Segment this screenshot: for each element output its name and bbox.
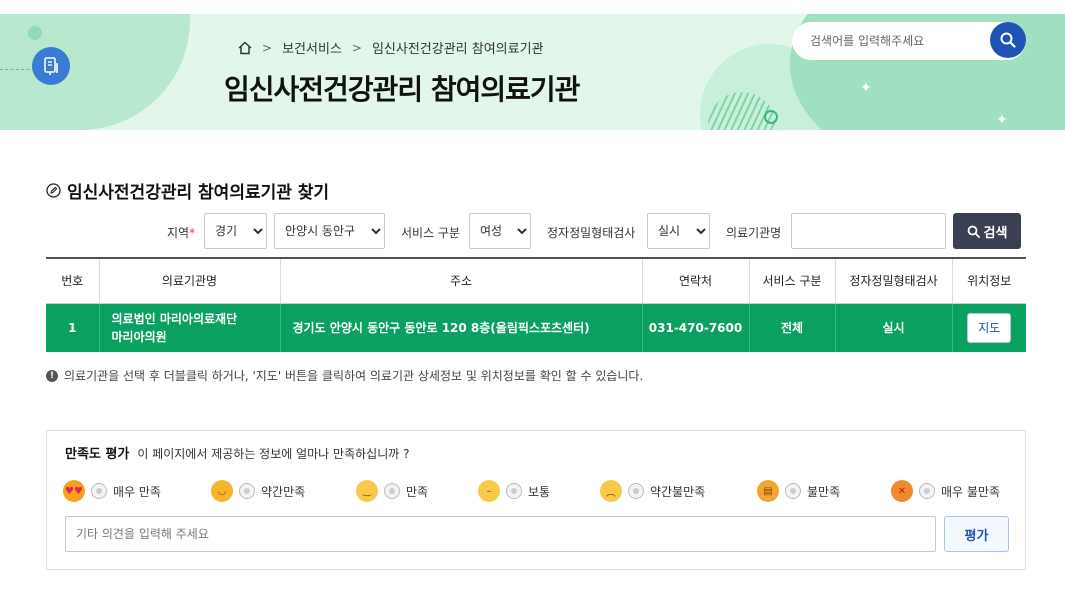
section-title-text: 임신사전건강관리 참여의료기관 찾기 (67, 183, 330, 203)
banner-ring-decoration (764, 110, 778, 124)
option-somewhat-satisfied[interactable]: ◡ 약간만족 (211, 479, 305, 503)
page-title: 임신사전건강관리 참여의료기관 (224, 73, 580, 106)
row-number: 1 (46, 303, 100, 352)
sperm-test-select[interactable]: 실시 (647, 213, 710, 249)
sperm-test-cell: 실시 (835, 303, 953, 352)
survey-question-text: 이 페이지에서 제공하는 정보에 얼마나 만족하십니까 ? (137, 447, 410, 461)
column-header: 번호 (46, 257, 100, 304)
location-cell: 지도 (952, 303, 1026, 352)
heart-eyes-face-icon: ♥♥ (63, 480, 85, 502)
unamused-face-icon: ︵ (600, 480, 622, 502)
smiling-face-icon: ‿ (356, 480, 378, 502)
grinning-face-icon: ◡ (211, 480, 233, 502)
map-button[interactable]: 지도 (967, 312, 1012, 343)
search-icon (1000, 32, 1016, 48)
column-header: 서비스 구분 (749, 257, 836, 304)
survey-options: ♥♥ 매우 만족 ◡ 약간만족 ‿ 만족 – 보통 ︵ 약간불만족 ▤ 불만족 (47, 479, 1027, 503)
option-label: 보통 (528, 484, 551, 499)
sparkle-icon: ✦ (996, 112, 1008, 128)
radio-button[interactable] (628, 483, 644, 499)
column-header: 연락처 (642, 257, 750, 304)
breadcrumb: > 보건서비스 > 임신사전건강관리 참여의료기관 (238, 38, 544, 57)
radio-button[interactable] (239, 483, 255, 499)
option-label: 약간불만족 (650, 484, 706, 499)
submit-rating-button[interactable]: 평가 (944, 516, 1009, 552)
address-cell: 경기도 안양시 동안구 동안로 120 8층(올림픽스포츠센터) (280, 303, 643, 352)
site-search-button[interactable] (990, 22, 1026, 58)
option-label: 만족 (406, 484, 429, 499)
radio-button[interactable] (785, 483, 801, 499)
breadcrumb-separator-icon: > (351, 40, 362, 55)
neutral-face-icon: – (478, 480, 500, 502)
institution-name-line: 의료법인 마리아의료재단 (111, 311, 238, 326)
table-row[interactable]: 1 의료법인 마리아의료재단 마리아의원 경기도 안양시 동안구 동안로 120… (46, 303, 1026, 352)
breadcrumb-separator-icon: > (262, 40, 273, 55)
option-label: 매우 불만족 (941, 484, 1001, 499)
search-button[interactable]: 검색 (953, 213, 1021, 249)
column-header: 정자정밀형태검사 (835, 257, 953, 304)
region-label-text: 지역 (167, 226, 190, 240)
institution-name-cell: 의료법인 마리아의료재단 마리아의원 (99, 303, 281, 352)
radio-button[interactable] (919, 483, 935, 499)
radio-button[interactable] (91, 483, 107, 499)
pencil-icon (46, 183, 61, 198)
grimacing-face-icon: ▤ (757, 480, 779, 502)
service-type-select[interactable]: 여성 (469, 213, 531, 249)
column-header: 주소 (280, 257, 643, 304)
sperm-test-label: 정자정밀형태검사 (547, 226, 636, 240)
sparkle-icon: ✦ (860, 80, 872, 96)
breadcrumb-item[interactable]: 보건서비스 (282, 38, 342, 57)
search-button-label: 검색 (983, 225, 1008, 241)
results-table: 번호 의료기관명 주소 연락처 서비스 구분 정자정밀형태검사 위치정보 1 의… (46, 257, 1026, 352)
search-filters: 지역* 경기 안양시 동안구 서비스 구분 여성 정자정밀형태검사 실시 의료기… (0, 213, 1065, 249)
option-neutral[interactable]: – 보통 (478, 479, 550, 503)
section-title: 임신사전건강관리 참여의료기관 찾기 (46, 178, 329, 203)
option-label: 약간만족 (261, 484, 306, 499)
survey-title: 만족도 평가 (65, 447, 130, 462)
option-dissatisfied[interactable]: ▤ 불만족 (757, 479, 840, 503)
radio-button[interactable] (506, 483, 522, 499)
comment-input[interactable] (65, 516, 936, 552)
option-somewhat-dissatisfied[interactable]: ︵ 약간불만족 (600, 479, 705, 503)
institution-name-line: 마리아의원 (111, 329, 167, 344)
service-type-label: 서비스 구분 (401, 226, 461, 240)
column-header: 의료기관명 (99, 257, 281, 304)
info-icon: ! (46, 369, 58, 382)
satisfaction-survey: 만족도 평가 이 페이지에서 제공하는 정보에 얼마나 만족하십니까 ? ♥♥ 매… (46, 430, 1026, 570)
option-very-satisfied[interactable]: ♥♥ 매우 만족 (63, 479, 161, 503)
phone-cell: 031-470-7600 (642, 303, 750, 352)
search-icon (967, 225, 980, 238)
option-label: 매우 만족 (113, 484, 161, 499)
angry-face-icon: ✕ (891, 480, 913, 502)
column-header: 위치정보 (952, 257, 1026, 304)
district-select[interactable]: 안양시 동안구 (274, 213, 385, 249)
service-cell: 전체 (749, 303, 836, 352)
table-header-row: 번호 의료기관명 주소 연락처 서비스 구분 정자정밀형태검사 위치정보 (46, 257, 1026, 304)
table-notice: ! 의료기관을 선택 후 더블클릭 하거나, '지도' 버튼을 클릭하여 의료기… (46, 367, 643, 384)
home-icon[interactable] (238, 40, 252, 55)
service-logo-icon (32, 47, 70, 85)
option-very-dissatisfied[interactable]: ✕ 매우 불만족 (891, 479, 1000, 503)
required-mark: * (189, 226, 196, 240)
breadcrumb-item-current: 임신사전건강관리 참여의료기관 (371, 42, 544, 57)
institution-name-input[interactable] (791, 213, 946, 249)
banner-dot-decoration (28, 26, 42, 40)
option-satisfied[interactable]: ‿ 만족 (356, 479, 428, 503)
region-select[interactable]: 경기 (204, 213, 267, 249)
site-search-input[interactable] (810, 30, 980, 52)
option-label: 불만족 (807, 484, 841, 499)
survey-question: 만족도 평가 이 페이지에서 제공하는 정보에 얼마나 만족하십니까 ? (65, 443, 409, 462)
radio-button[interactable] (384, 483, 400, 499)
notice-text: 의료기관을 선택 후 더블클릭 하거나, '지도' 버튼을 클릭하여 의료기관 … (64, 369, 644, 383)
region-label: 지역* (167, 224, 195, 241)
institution-name-label: 의료기관명 (726, 226, 782, 240)
